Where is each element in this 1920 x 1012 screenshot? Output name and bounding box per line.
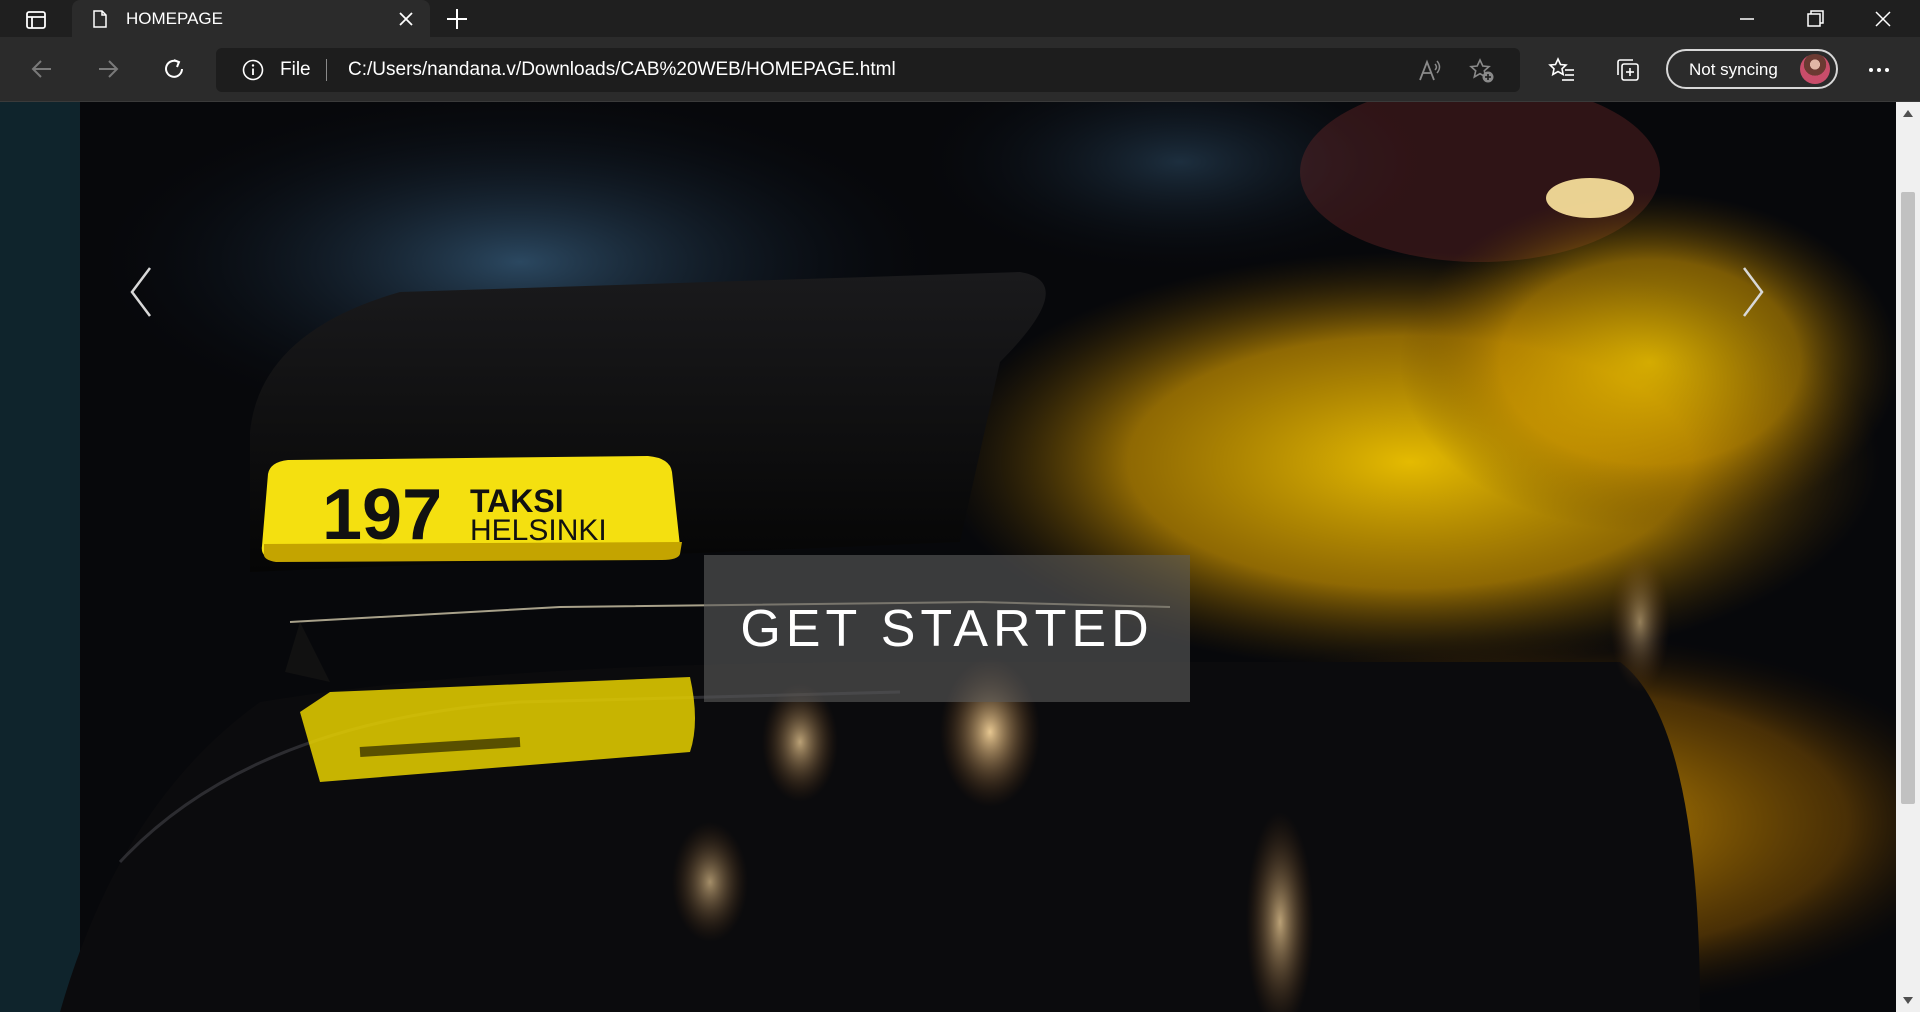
tab-bar: HOMEPAGE	[0, 0, 1920, 37]
favorites-icon[interactable]	[1548, 56, 1576, 84]
sign-line2: HELSINKI	[470, 514, 607, 547]
read-aloud-icon[interactable]	[1416, 58, 1442, 84]
refresh-button[interactable]	[154, 49, 194, 89]
vertical-scrollbar[interactable]	[1896, 102, 1920, 1012]
minimize-icon[interactable]	[1732, 6, 1762, 32]
hero-carousel: 197 TAKSI HELSINKI GET STARTED	[0, 102, 1896, 1012]
forward-arrow-icon	[99, 60, 119, 78]
get-started-button[interactable]: GET STARTED	[704, 555, 1190, 702]
forward-button[interactable]	[88, 49, 128, 89]
info-icon[interactable]	[242, 59, 264, 81]
collections-icon[interactable]	[1614, 56, 1642, 84]
page-icon	[93, 10, 107, 28]
tab-actions-icon	[26, 11, 46, 29]
scrollbar-thumb[interactable]	[1901, 192, 1915, 804]
profile-status-label: Not syncing	[1689, 60, 1778, 79]
new-tab-icon[interactable]	[444, 6, 470, 32]
site-scheme-label: File	[280, 59, 311, 80]
avatar	[1800, 54, 1830, 84]
scroll-down-arrow-icon[interactable]	[1902, 994, 1914, 1006]
scroll-up-arrow-icon[interactable]	[1902, 108, 1914, 120]
address-divider	[326, 59, 327, 81]
taxi-roof-sign: 197 TAKSI HELSINKI	[261, 456, 682, 562]
restore-icon[interactable]	[1800, 6, 1830, 32]
back-button[interactable]	[22, 49, 62, 89]
browser-toolbar: File C:/Users/nandana.v/Downloads/CAB%20…	[0, 37, 1920, 102]
close-tab-icon[interactable]	[396, 9, 416, 29]
chevron-left-icon[interactable]	[120, 260, 164, 324]
tab-homepage[interactable]: HOMEPAGE	[72, 0, 430, 37]
add-favorite-icon[interactable]	[1468, 57, 1496, 85]
refresh-icon	[165, 59, 183, 78]
tab-title: HOMEPAGE	[126, 9, 223, 28]
profile-button[interactable]: Not syncing	[1666, 49, 1838, 89]
url-text[interactable]: C:/Users/nandana.v/Downloads/CAB%20WEB/H…	[348, 59, 896, 81]
sign-number: 197	[322, 475, 442, 555]
chevron-right-icon[interactable]	[1730, 260, 1774, 324]
tab-actions-button[interactable]	[14, 4, 58, 36]
close-window-icon[interactable]	[1868, 6, 1898, 32]
address-bar[interactable]: File C:/Users/nandana.v/Downloads/CAB%20…	[216, 48, 1520, 92]
back-arrow-icon	[31, 60, 51, 78]
more-options-icon[interactable]	[1862, 55, 1896, 85]
